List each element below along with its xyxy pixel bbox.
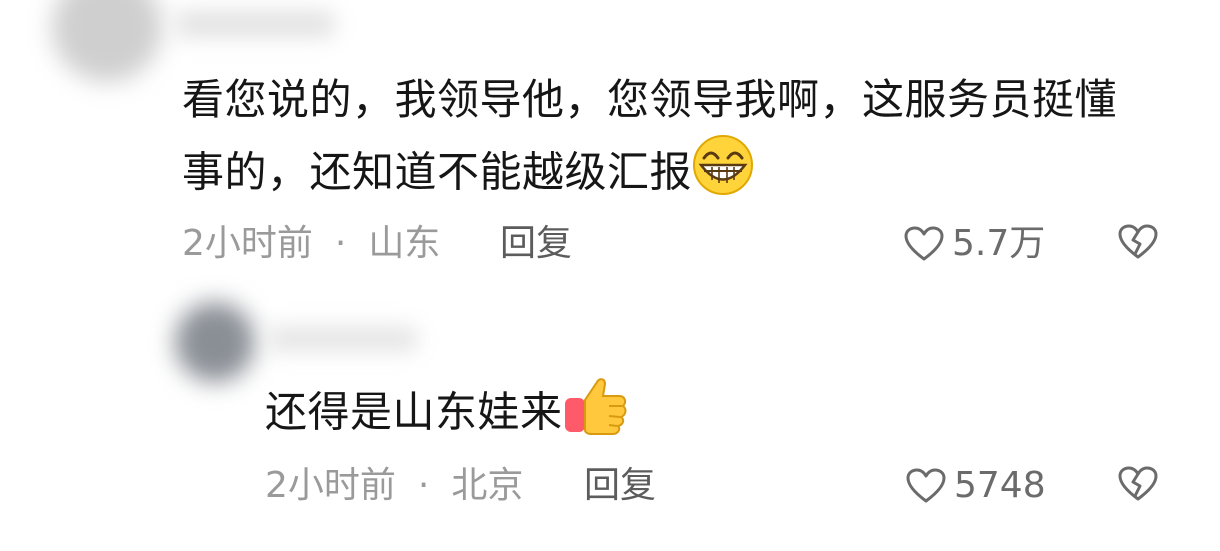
comment-text-line: 事的，还知道不能越级汇报: [182, 147, 693, 197]
comment-time: 2小时前: [182, 223, 313, 264]
meta-separator: ·: [334, 223, 347, 264]
meta-separator: ·: [417, 465, 430, 506]
username[interactable]: [175, 10, 335, 38]
avatar[interactable]: [52, 0, 162, 82]
comment-text-line: 还得是山东娃来: [265, 387, 563, 437]
like-count: 5.7万: [952, 223, 1046, 264]
reply-button[interactable]: 回复: [500, 222, 572, 266]
heart-outline-icon: [904, 226, 944, 262]
like-count: 5748: [954, 465, 1046, 506]
broken-heart-icon: [1118, 224, 1158, 260]
comment-text: 看您说的，我领导他，您领导我啊，这服务员挺懂 事的，还知道不能越级汇报: [182, 66, 1172, 216]
comment-location: 北京: [451, 465, 524, 506]
username[interactable]: [268, 326, 418, 352]
broken-heart-icon: [1118, 466, 1158, 502]
thumbs-up-emoji: [563, 374, 629, 456]
avatar[interactable]: [175, 302, 255, 382]
reply-button[interactable]: 回复: [584, 464, 656, 508]
grinning-face-emoji: [692, 134, 754, 216]
comment-text-line: 看您说的，我领导他，您领导我啊，这服务员挺懂: [182, 75, 1118, 124]
like-button[interactable]: 5.7万: [904, 222, 1045, 266]
comment-text: 还得是山东娃来: [265, 374, 629, 456]
dislike-button[interactable]: [1118, 224, 1158, 260]
dislike-button[interactable]: [1118, 466, 1158, 502]
comment-meta: 2小时前 · 北京: [265, 464, 523, 508]
heart-outline-icon: [906, 468, 946, 504]
comment-location: 山东: [368, 223, 441, 264]
comment-time: 2小时前: [265, 465, 396, 506]
like-button[interactable]: 5748: [906, 464, 1046, 508]
comment-meta: 2小时前 · 山东: [182, 222, 440, 266]
